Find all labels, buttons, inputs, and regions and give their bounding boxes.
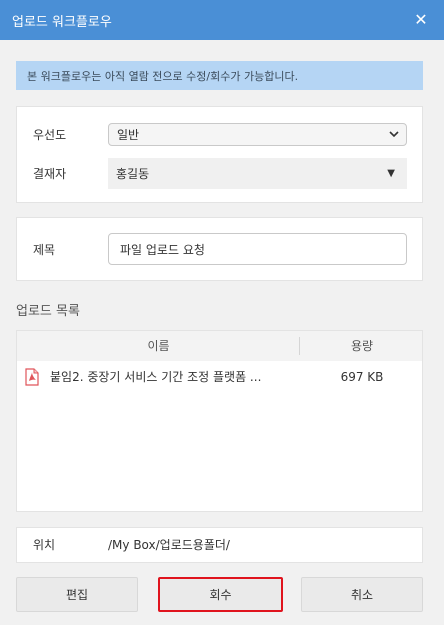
subject-input[interactable]: 파일 업로드 요청 <box>108 233 407 265</box>
close-icon[interactable]: ✕ <box>412 11 430 29</box>
table-row[interactable]: 붙임2. 중장기 서비스 기간 조정 플랫폼 ... 697 KB <box>17 361 422 393</box>
approver-label: 결재자 <box>33 167 67 181</box>
approval-settings-panel: 우선도 일반 결재자 홍길동 ▼ <box>16 106 423 203</box>
priority-select[interactable]: 일반 <box>108 123 407 146</box>
approver-value: 홍길동 <box>116 167 150 181</box>
column-header-size[interactable]: 용량 <box>300 331 424 361</box>
cancel-button[interactable]: 취소 <box>301 577 423 612</box>
location-label: 위치 <box>33 538 56 552</box>
subject-panel: 제목 파일 업로드 요청 <box>16 217 423 281</box>
upload-table: 이름 용량 붙임2. 중장기 서비스 기간 조정 플랫폼 ... 697 KB <box>16 330 423 512</box>
dialog-title: 업로드 워크플로우 <box>12 14 112 30</box>
column-header-name[interactable]: 이름 <box>17 331 300 361</box>
priority-value: 일반 <box>117 128 140 142</box>
file-name: 붙임2. 중장기 서비스 기간 조정 플랫폼 ... <box>50 370 262 384</box>
chevron-down-icon <box>388 127 400 144</box>
file-size: 697 KB <box>340 370 384 384</box>
info-text: 본 워크플로우는 아직 열람 전으로 수정/회수가 가능합니다. <box>27 69 299 83</box>
subject-value: 파일 업로드 요청 <box>120 242 205 257</box>
approver-select[interactable]: 홍길동 ▼ <box>108 158 407 189</box>
info-banner: 본 워크플로우는 아직 열람 전으로 수정/회수가 가능합니다. <box>16 61 423 90</box>
recall-button[interactable]: 회수 <box>158 577 283 612</box>
table-header: 이름 용량 <box>17 331 422 361</box>
priority-label: 우선도 <box>33 128 67 142</box>
dropdown-triangle-icon: ▼ <box>387 168 395 179</box>
pdf-icon <box>25 368 39 386</box>
upload-list-title: 업로드 목록 <box>16 304 80 319</box>
subject-label: 제목 <box>33 243 56 257</box>
location-value: /My Box/업로드용폴더/ <box>108 538 230 552</box>
edit-button[interactable]: 편집 <box>16 577 138 612</box>
dialog-titlebar: 업로드 워크플로우 ✕ <box>0 0 444 40</box>
location-panel: 위치 /My Box/업로드용폴더/ <box>16 527 423 563</box>
